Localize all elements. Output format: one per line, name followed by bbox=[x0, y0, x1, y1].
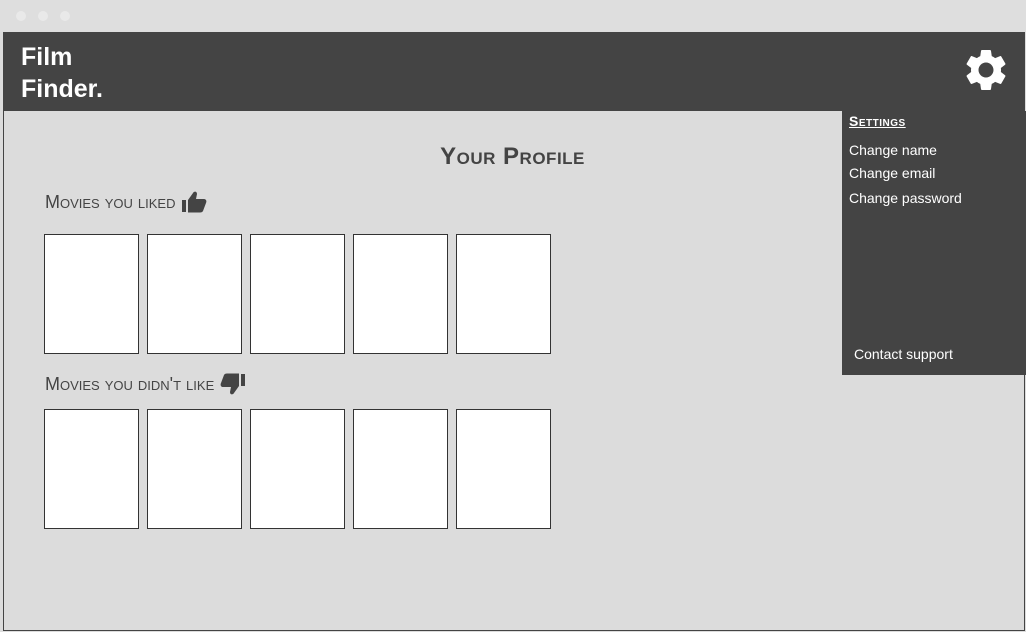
disliked-movie-card-3[interactable] bbox=[250, 409, 345, 529]
disliked-movie-card-2[interactable] bbox=[147, 409, 242, 529]
disliked-movie-card-5[interactable] bbox=[456, 409, 551, 529]
thumbs-up-icon bbox=[182, 191, 207, 213]
liked-movie-card-5[interactable] bbox=[456, 234, 551, 354]
window-close-dot[interactable] bbox=[16, 11, 26, 21]
contact-support-link[interactable]: Contact support bbox=[854, 346, 953, 362]
change-password-link[interactable]: Change password bbox=[849, 190, 962, 206]
liked-movie-card-1[interactable] bbox=[44, 234, 139, 354]
liked-movie-card-3[interactable] bbox=[250, 234, 345, 354]
window-minimize-dot[interactable] bbox=[38, 11, 48, 21]
settings-panel: Settings Change name Change email Change… bbox=[842, 111, 1026, 375]
liked-movie-card-2[interactable] bbox=[147, 234, 242, 354]
liked-label-text: Movies you liked bbox=[45, 191, 176, 212]
app-window: Film Finder. Your Profile Movies you lik… bbox=[3, 32, 1026, 631]
thumbs-down-icon bbox=[220, 373, 246, 395]
disliked-label-text: Movies you didn't like bbox=[45, 373, 215, 394]
disliked-movies-row bbox=[44, 409, 552, 529]
change-name-link[interactable]: Change name bbox=[849, 142, 937, 158]
disliked-section-label: Movies you didn't like bbox=[45, 372, 246, 396]
liked-movies-row bbox=[44, 234, 552, 354]
disliked-movie-card-1[interactable] bbox=[44, 409, 139, 529]
app-logo[interactable]: Film Finder. bbox=[21, 41, 103, 105]
window-titlebar bbox=[0, 0, 1026, 32]
brand-line-2: Finder. bbox=[21, 75, 103, 103]
settings-title: Settings bbox=[849, 113, 906, 129]
app-header: Film Finder. bbox=[4, 32, 1025, 111]
liked-section-label: Movies you liked bbox=[45, 190, 207, 214]
liked-movie-card-4[interactable] bbox=[353, 234, 448, 354]
disliked-movie-card-4[interactable] bbox=[353, 409, 448, 529]
change-email-link[interactable]: Change email bbox=[849, 165, 935, 181]
window-maximize-dot[interactable] bbox=[60, 11, 70, 21]
gear-icon[interactable] bbox=[961, 45, 1011, 95]
brand-line-1: Film bbox=[21, 43, 73, 71]
